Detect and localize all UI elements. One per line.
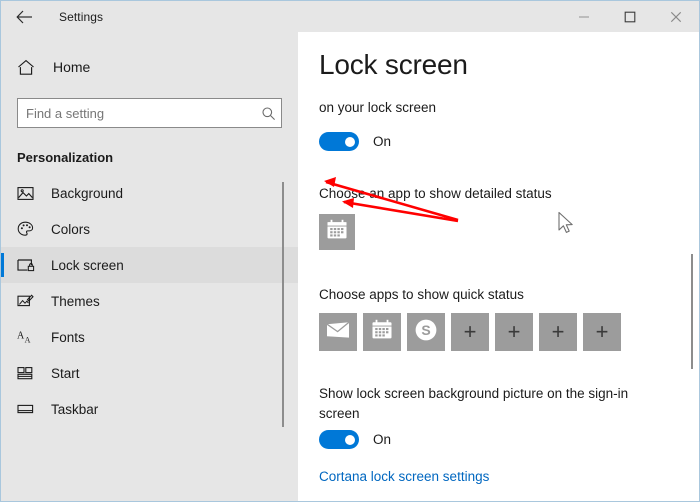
- sidebar-item-label: Background: [51, 185, 124, 201]
- mail-app-tile[interactable]: [319, 313, 357, 351]
- plus-icon: +: [507, 319, 521, 344]
- calendar-icon: [326, 219, 348, 245]
- signin-background-toggle-row: On: [319, 430, 391, 449]
- sidebar-item-themes[interactable]: Themes: [1, 283, 298, 319]
- lock-screen-status-toggle-row: On: [319, 132, 391, 151]
- sidebar-item-label: Colors: [51, 221, 91, 237]
- maximize-icon: [624, 11, 636, 23]
- home-icon: [17, 59, 43, 76]
- add-app-tile[interactable]: +: [583, 313, 621, 351]
- signin-background-heading: Show lock screen background picture on t…: [319, 386, 629, 421]
- sidebar-item-fonts[interactable]: A A Fonts: [1, 319, 298, 355]
- search-box[interactable]: [17, 98, 282, 128]
- mail-icon: [326, 321, 350, 344]
- taskbar-icon: [17, 402, 41, 416]
- calendar-app-tile[interactable]: [319, 214, 355, 250]
- fonts-icon: A A: [17, 329, 41, 345]
- sidebar-item-label: Home: [53, 59, 91, 75]
- add-app-tile[interactable]: +: [495, 313, 533, 351]
- sidebar-item-home[interactable]: Home: [1, 50, 298, 84]
- main-content: on your lock screen Lock screen On Choos…: [298, 32, 699, 501]
- detailed-status-tile[interactable]: [319, 214, 355, 250]
- toggle-knob: [345, 434, 355, 445]
- sidebar-item-label: Themes: [51, 293, 100, 309]
- calendar-app-tile[interactable]: [363, 313, 401, 351]
- skype-app-tile[interactable]: S: [407, 313, 445, 351]
- themes-icon: [17, 293, 41, 309]
- sidebar-scrollbar[interactable]: [282, 32, 293, 501]
- search-input[interactable]: [18, 100, 255, 126]
- picture-icon: [17, 186, 41, 201]
- clipped-section-text: on your lock screen: [319, 100, 437, 115]
- app-title: Settings: [59, 9, 104, 24]
- svg-text:S: S: [421, 322, 430, 338]
- sidebar-item-background[interactable]: Background: [1, 175, 298, 211]
- toggle-state-label: On: [373, 134, 392, 149]
- toggle-knob: [345, 136, 355, 147]
- sidebar-item-colors[interactable]: Colors: [1, 211, 298, 247]
- sidebar-scrollbar-thumb[interactable]: [282, 182, 284, 427]
- add-app-tile[interactable]: +: [451, 313, 489, 351]
- window-controls: [561, 1, 699, 32]
- quick-status-tiles: S + + + +: [319, 313, 621, 351]
- add-app-tile[interactable]: +: [539, 313, 577, 351]
- plus-icon: +: [463, 319, 477, 344]
- palette-icon: [17, 221, 41, 237]
- sidebar-item-label: Lock screen: [51, 257, 124, 273]
- lock-screen-icon: [17, 258, 41, 273]
- toggle-state-label: On: [373, 432, 392, 447]
- back-arrow-icon: [15, 10, 33, 24]
- sidebar: Home Personalization: [1, 32, 298, 501]
- signin-background-toggle[interactable]: [319, 430, 359, 449]
- maximize-button[interactable]: [607, 1, 653, 32]
- plus-icon: +: [551, 319, 565, 344]
- sidebar-section-title: Personalization: [17, 150, 114, 165]
- plus-icon: +: [595, 319, 609, 344]
- settings-window: Settings Home Find a setting Personaliza…: [0, 0, 700, 502]
- back-button[interactable]: [1, 1, 47, 32]
- sidebar-item-label: Start: [51, 365, 80, 381]
- sidebar-item-lock-screen[interactable]: Lock screen: [1, 247, 298, 283]
- calendar-icon: [371, 319, 393, 345]
- sidebar-item-label: Fonts: [51, 329, 85, 345]
- quick-status-heading: Choose apps to show quick status: [319, 287, 524, 302]
- search-icon[interactable]: [255, 106, 281, 121]
- sidebar-item-label: Taskbar: [51, 401, 99, 417]
- cortana-lock-screen-settings-link[interactable]: Cortana lock screen settings: [319, 469, 489, 484]
- close-icon: [670, 11, 682, 23]
- minimize-icon: [578, 11, 590, 23]
- sidebar-nav-list: Background Colors Lock screen Themes A A…: [1, 175, 298, 427]
- sidebar-item-start[interactable]: Start: [1, 355, 298, 391]
- lock-screen-status-toggle[interactable]: [319, 132, 359, 151]
- main-scrollbar-thumb[interactable]: [691, 254, 693, 369]
- skype-icon: S: [414, 318, 438, 347]
- sidebar-item-taskbar[interactable]: Taskbar: [1, 391, 298, 427]
- title-bar: Settings: [1, 1, 699, 32]
- close-button[interactable]: [653, 1, 699, 32]
- minimize-button[interactable]: [561, 1, 607, 32]
- start-icon: [17, 366, 41, 381]
- page-title: Lock screen: [319, 49, 476, 81]
- detailed-status-heading: Choose an app to show detailed status: [319, 186, 552, 201]
- svg-text:A: A: [25, 335, 31, 344]
